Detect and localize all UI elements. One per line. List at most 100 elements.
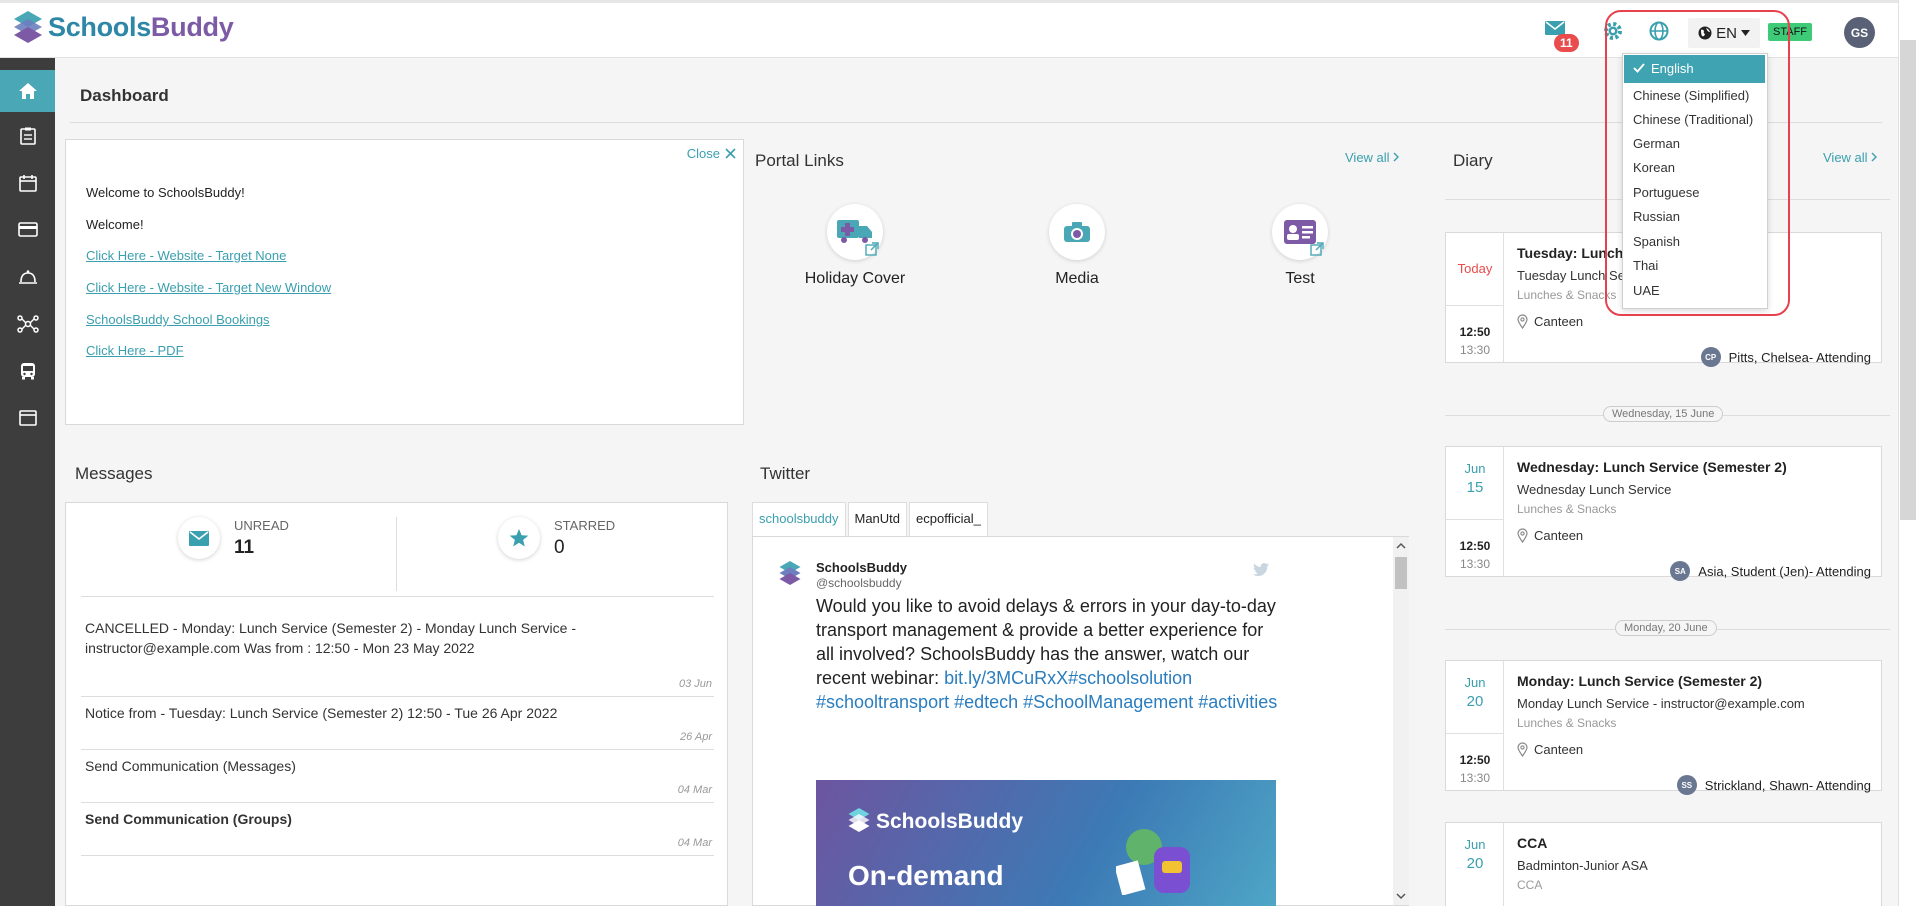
twitter-feed-panel: SchoolsBuddy @schoolsbuddy Would you lik… <box>752 536 1409 906</box>
diary-event-category: CCA <box>1517 878 1543 892</box>
tab-schoolsbuddy[interactable]: schoolsbuddy <box>752 502 846 536</box>
message-row[interactable]: Notice from - Tuesday: Lunch Service (Se… <box>81 703 714 750</box>
twitter-heading: Twitter <box>760 464 811 483</box>
portal-link-holiday-cover[interactable]: Holiday Cover <box>785 204 925 288</box>
twitter-bird-icon[interactable] <box>1253 563 1269 576</box>
diary-date-divider <box>1446 733 1504 734</box>
tweet-scroll-thumb[interactable] <box>1395 557 1407 589</box>
scroll-up-arrow-icon[interactable] <box>1396 542 1406 549</box>
diary-event-end: 13:30 <box>1459 343 1491 357</box>
home-icon <box>18 83 37 99</box>
sidebar-item-transport[interactable] <box>0 347 55 394</box>
user-avatar[interactable]: GS <box>1844 17 1875 48</box>
page-scroll-thumb[interactable] <box>1900 40 1916 520</box>
tweet-media-image[interactable]: SchoolsBuddy On-demand <box>816 780 1276 906</box>
unread-mail-badge: 11 <box>1554 34 1579 52</box>
message-text: Send Communication (Messages) <box>85 758 296 774</box>
diary-event[interactable]: Jun 20 CCA Badminton-Junior ASA CCA <box>1445 822 1882 906</box>
logo-icon <box>14 11 42 43</box>
portal-link-test[interactable]: Test <box>1230 204 1370 288</box>
link-school-bookings[interactable]: SchoolsBuddy School Bookings <box>86 312 270 327</box>
portal-links-heading: Portal Links <box>755 151 844 170</box>
tab-manutd[interactable]: ManUtd <box>847 502 908 536</box>
diary-event-title: Monday: Lunch Service (Semester 2) <box>1517 673 1763 689</box>
diary-event-subtitle: Badminton-Junior ASA <box>1517 858 1648 873</box>
portal-link-label: Test <box>1285 270 1315 287</box>
starred-label: STARRED <box>554 517 616 533</box>
attendee-avatar: CP <box>1700 347 1721 367</box>
diary-event-category: Lunches & Snacks <box>1517 716 1617 730</box>
diary-event-day: 15 <box>1466 479 1484 496</box>
diary-date-divider <box>1446 519 1504 520</box>
sidebar-item-payments[interactable] <box>0 206 55 253</box>
unread-label: UNREAD <box>234 517 289 533</box>
link-pdf[interactable]: Click Here - PDF <box>86 343 184 358</box>
diary-heading: Diary <box>1453 151 1493 170</box>
unread-stat[interactable]: UNREAD 11 <box>178 517 289 559</box>
sidebar-item-network[interactable] <box>0 300 55 347</box>
map-pin-icon <box>1517 314 1528 329</box>
tweet-scrollbar[interactable] <box>1393 537 1409 905</box>
tweet-author-avatar[interactable] <box>779 561 801 585</box>
message-date: 04 Mar <box>677 784 712 796</box>
camera-icon <box>1064 222 1090 242</box>
attendee-name: Asia, Student (Jen)- Attending <box>1698 563 1871 579</box>
message-row[interactable]: Send Communication (Groups) 04 Mar <box>81 809 714 856</box>
envelope-icon <box>189 530 209 546</box>
diary-event-end: 13:30 <box>1459 557 1491 571</box>
diary-event-location: Canteen <box>1517 742 1583 757</box>
diary-event[interactable]: Jun 20 12:50 13:30 Monday: Lunch Service… <box>1445 660 1882 795</box>
sidebar <box>0 58 55 906</box>
message-stats: UNREAD 11 STARRED 0 <box>66 517 729 595</box>
diary-event-month: Jun <box>1464 837 1486 852</box>
highlight-annotation <box>1605 10 1790 316</box>
diary-event-day: 20 <box>1466 855 1484 872</box>
sidebar-item-dining[interactable] <box>0 253 55 300</box>
diary-event[interactable]: Jun 15 12:50 13:30 Wednesday: Lunch Serv… <box>1445 446 1882 581</box>
portal-icon-circle <box>1272 204 1328 260</box>
external-link-icon <box>865 242 879 256</box>
starred-stat[interactable]: STARRED 0 <box>498 517 615 559</box>
sidebar-item-home[interactable] <box>0 70 55 112</box>
diary-event-day: 20 <box>1466 693 1484 710</box>
twitter-tabs: schoolsbuddy ManUtd ecpofficial_ <box>752 502 990 536</box>
tweet-author-handle[interactable]: @schoolsbuddy <box>816 576 902 590</box>
portal-view-all-link[interactable]: View all <box>1345 150 1400 165</box>
messages-panel: UNREAD 11 STARRED 0 CANCELLED - Monday: … <box>65 502 728 906</box>
diary-event-attendee: SS Strickland, Shawn- Attending <box>1676 775 1871 795</box>
diary-event-subtitle: Monday Lunch Service - instructor@exampl… <box>1517 696 1805 711</box>
sidebar-item-calendar[interactable] <box>0 159 55 206</box>
message-list-divider <box>81 596 714 597</box>
close-icon <box>725 148 736 159</box>
close-button[interactable]: Close <box>687 146 736 161</box>
tweet-author-name[interactable]: SchoolsBuddy <box>816 560 907 575</box>
message-text: Send Communication (Groups) <box>85 811 292 827</box>
clipboard-icon <box>19 127 36 145</box>
sidebar-item-tasks[interactable] <box>0 112 55 159</box>
message-row[interactable]: CANCELLED - Monday: Lunch Service (Semes… <box>81 618 714 697</box>
tweet-text: Would you like to avoid delays & errors … <box>816 594 1286 714</box>
portal-icon-circle <box>827 204 883 260</box>
sidebar-item-window[interactable] <box>0 394 55 441</box>
calendar-icon <box>18 174 37 192</box>
welcome-panel: Close Welcome to SchoolsBuddy! Welcome! … <box>65 139 744 425</box>
link-website-new-window[interactable]: Click Here - Website - Target New Window <box>86 280 331 295</box>
portal-link-label: Holiday Cover <box>804 270 906 287</box>
tab-ecpofficial[interactable]: ecpofficial_ <box>909 502 988 536</box>
diary-day-label: Wednesday, 15 June <box>1603 406 1724 422</box>
message-text: Notice from - Tuesday: Lunch Service (Se… <box>85 705 558 721</box>
message-row[interactable]: Send Communication (Messages) 04 Mar <box>81 756 714 803</box>
diary-view-all-link[interactable]: View all <box>1823 150 1878 165</box>
diary-event-location-text: Canteen <box>1534 742 1584 757</box>
portal-link-media[interactable]: Media <box>1007 204 1147 288</box>
link-website-target-none[interactable]: Click Here - Website - Target None <box>86 248 286 263</box>
cloche-icon <box>18 269 37 284</box>
diary-event-category: Lunches & Snacks <box>1517 502 1617 516</box>
logo-icon <box>848 808 870 832</box>
diary-event-month: Jun <box>1464 461 1486 476</box>
attendee-avatar: SA <box>1670 561 1691 581</box>
scroll-down-arrow-icon[interactable] <box>1396 893 1406 900</box>
diary-day-label: Monday, 20 June <box>1615 620 1717 636</box>
schoolsbuddy-logo[interactable]: SchoolsBuddy <box>14 11 234 43</box>
starred-count: 0 <box>554 536 565 558</box>
